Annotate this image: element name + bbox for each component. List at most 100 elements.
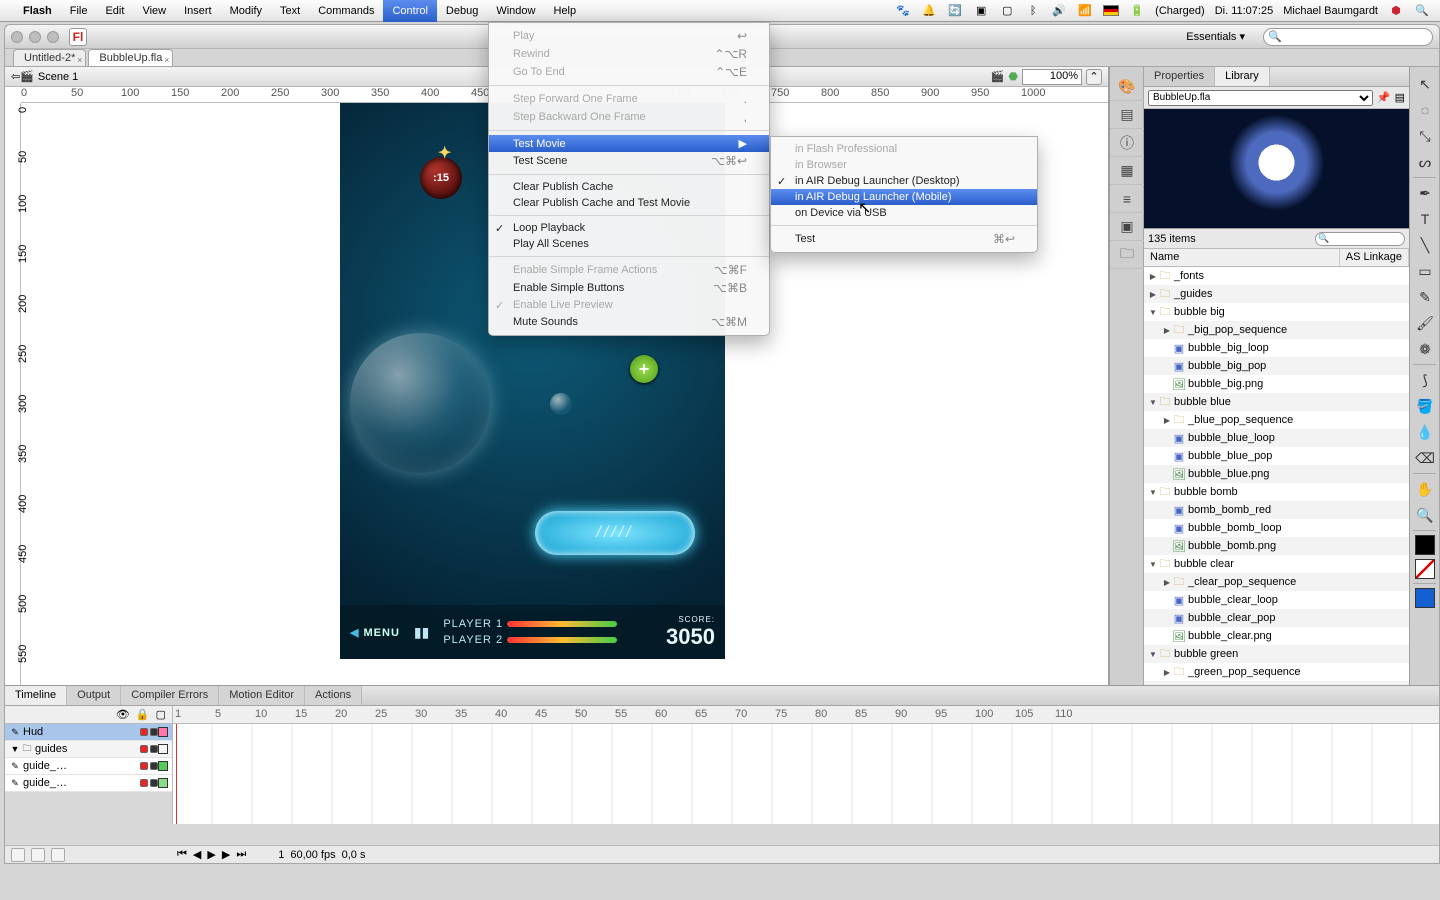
- tab-timeline[interactable]: Timeline: [5, 686, 67, 705]
- eye-icon[interactable]: 👁: [116, 708, 130, 721]
- menu-text[interactable]: Text: [271, 0, 309, 22]
- info-icon[interactable]: ⓘ: [1110, 129, 1144, 157]
- playhead[interactable]: [176, 724, 177, 824]
- components-icon[interactable]: ▣: [1110, 213, 1144, 241]
- library-item[interactable]: ▣bubble_clear_pop: [1144, 609, 1409, 627]
- text-tool-icon[interactable]: T: [1410, 206, 1440, 232]
- library-item[interactable]: ▶🗀_clear_pop_sequence: [1144, 573, 1409, 591]
- menu-window[interactable]: Window: [487, 0, 544, 22]
- library-item[interactable]: ▶🗀_big_pop_sequence: [1144, 321, 1409, 339]
- lasso-tool-icon[interactable]: ᔕ: [1410, 149, 1440, 175]
- eyedropper-icon[interactable]: 💧: [1410, 419, 1440, 445]
- stroke-swatch[interactable]: [1415, 535, 1435, 555]
- new-folder-button[interactable]: [31, 848, 45, 862]
- flag-de-icon[interactable]: [1103, 5, 1119, 16]
- transform-icon[interactable]: ▦: [1110, 157, 1144, 185]
- lock-icon[interactable]: 🔒: [136, 708, 150, 721]
- subselect-tool-icon[interactable]: ◌: [1410, 97, 1440, 123]
- clock[interactable]: Di. 11:07:25: [1215, 5, 1274, 17]
- zoom-input[interactable]: 100%: [1022, 69, 1082, 85]
- menu-item[interactable]: Clear Publish Cache: [489, 179, 769, 195]
- menu-file[interactable]: File: [61, 0, 97, 22]
- menu-debug[interactable]: Debug: [437, 0, 487, 22]
- library-item[interactable]: ▣bubble_bomb_loop: [1144, 519, 1409, 537]
- library-item[interactable]: ▶🗀_fonts: [1144, 267, 1409, 285]
- hud-menu-button[interactable]: MENU: [350, 626, 400, 639]
- rewind-icon[interactable]: ⏮: [177, 848, 187, 861]
- submenu-item[interactable]: Test⌘↩: [771, 230, 1037, 248]
- menu-edit[interactable]: Edit: [96, 0, 133, 22]
- menu-item[interactable]: Clear Publish Cache and Test Movie: [489, 195, 769, 211]
- tab-output[interactable]: Output: [67, 686, 121, 705]
- layer-row[interactable]: ✎guide_…: [5, 758, 172, 775]
- submenu-item[interactable]: on Device via USB: [771, 205, 1037, 221]
- library-item[interactable]: ▼🗀bubble blue: [1144, 393, 1409, 411]
- dropbox-icon[interactable]: ▣: [973, 4, 989, 17]
- library-item[interactable]: 🖼bubble_big.png: [1144, 375, 1409, 393]
- line-tool-icon[interactable]: ╲: [1410, 232, 1440, 258]
- doc-tab-untitled[interactable]: Untitled-2*×: [13, 49, 86, 66]
- history-icon[interactable]: ≡: [1110, 185, 1144, 213]
- zoom-stepper[interactable]: ⌃: [1086, 69, 1102, 85]
- eraser-tool-icon[interactable]: ⌫: [1410, 445, 1440, 471]
- pause-icon[interactable]: ▮▮: [414, 624, 429, 641]
- library-item[interactable]: ▣bomb_bomb_red: [1144, 501, 1409, 519]
- new-layer-button[interactable]: [11, 848, 25, 862]
- library-item[interactable]: ▣bubble_clear_loop: [1144, 591, 1409, 609]
- power-pill-sprite[interactable]: /////: [535, 511, 695, 555]
- back-icon[interactable]: ⇦: [11, 70, 20, 83]
- free-transform-icon[interactable]: ⤡: [1410, 123, 1440, 149]
- library-item[interactable]: ▣bubble_big_pop: [1144, 357, 1409, 375]
- hand-tool-icon[interactable]: ✋: [1410, 476, 1440, 502]
- submenu-item[interactable]: in AIR Debug Launcher (Mobile): [771, 189, 1037, 205]
- menu-item[interactable]: Test Movie▶: [489, 135, 769, 152]
- layer-row[interactable]: ▼🗀guides: [5, 741, 172, 758]
- battery-icon[interactable]: 🔋: [1129, 4, 1145, 17]
- play-icon[interactable]: ▶: [207, 848, 215, 861]
- bell-icon[interactable]: 🔔: [921, 4, 937, 17]
- library-item[interactable]: 🖼bubble_bomb.png: [1144, 537, 1409, 555]
- frame-grid[interactable]: [173, 724, 1439, 824]
- library-item[interactable]: 🖼bubble_clear.png: [1144, 627, 1409, 645]
- submenu-item[interactable]: ✓in AIR Debug Launcher (Desktop): [771, 173, 1037, 189]
- library-item[interactable]: ▼🗀bubble bomb: [1144, 483, 1409, 501]
- shield-icon[interactable]: ⬢: [1388, 4, 1404, 17]
- layer-row[interactable]: ✎guide_…: [5, 775, 172, 792]
- swatches-icon[interactable]: 🎨: [1110, 73, 1144, 101]
- brush-tool-icon[interactable]: 🖌: [1410, 310, 1440, 336]
- rect-tool-icon[interactable]: ▭: [1410, 258, 1440, 284]
- outline-icon[interactable]: ▢: [156, 708, 166, 721]
- library-doc-select[interactable]: BubbleUp.fla: [1148, 90, 1373, 106]
- ffwd-icon[interactable]: ⏭: [236, 848, 246, 861]
- app-name[interactable]: Flash: [14, 0, 61, 22]
- bluetooth-icon[interactable]: ᛒ: [1025, 5, 1041, 17]
- step-fwd-icon[interactable]: ▶: [222, 848, 230, 861]
- align-icon[interactable]: ▤: [1110, 101, 1144, 129]
- help-search-input[interactable]: [1263, 28, 1433, 46]
- library-search-input[interactable]: [1315, 232, 1405, 246]
- col-name[interactable]: Name: [1144, 249, 1340, 266]
- tab-motion-editor[interactable]: Motion Editor: [219, 686, 305, 705]
- tab-properties[interactable]: Properties: [1144, 67, 1215, 86]
- pin-icon[interactable]: 📌: [1377, 91, 1391, 104]
- big-bubble-sprite[interactable]: [350, 333, 490, 473]
- pencil-tool-icon[interactable]: ✎: [1410, 284, 1440, 310]
- menu-help[interactable]: Help: [544, 0, 585, 22]
- menu-item[interactable]: Play All Scenes: [489, 236, 769, 252]
- user-name[interactable]: Michael Baumgardt: [1283, 5, 1378, 17]
- fill-swatch[interactable]: [1415, 559, 1435, 579]
- library-item[interactable]: ▶🗀_guides: [1144, 285, 1409, 303]
- selection-tool-icon[interactable]: ↖: [1410, 71, 1440, 97]
- option-swatch[interactable]: [1415, 588, 1435, 608]
- doc-tab-bubbleup[interactable]: BubbleUp.fla×: [88, 49, 173, 66]
- library-item[interactable]: ▶🗀_green_pop_sequence: [1144, 663, 1409, 681]
- plus-sprite[interactable]: +: [630, 355, 658, 383]
- tab-compiler-errors[interactable]: Compiler Errors: [121, 686, 219, 705]
- traffic-lights[interactable]: [11, 31, 59, 43]
- project-icon[interactable]: 🗀: [1110, 241, 1144, 269]
- library-item[interactable]: 🖼bubble_blue.png: [1144, 465, 1409, 483]
- workspace-switcher[interactable]: Essentials: [1176, 28, 1255, 45]
- library-item[interactable]: ▣bubble_big_loop: [1144, 339, 1409, 357]
- deco-tool-icon[interactable]: ❁: [1410, 336, 1440, 362]
- bone-tool-icon[interactable]: ⟆: [1410, 367, 1440, 393]
